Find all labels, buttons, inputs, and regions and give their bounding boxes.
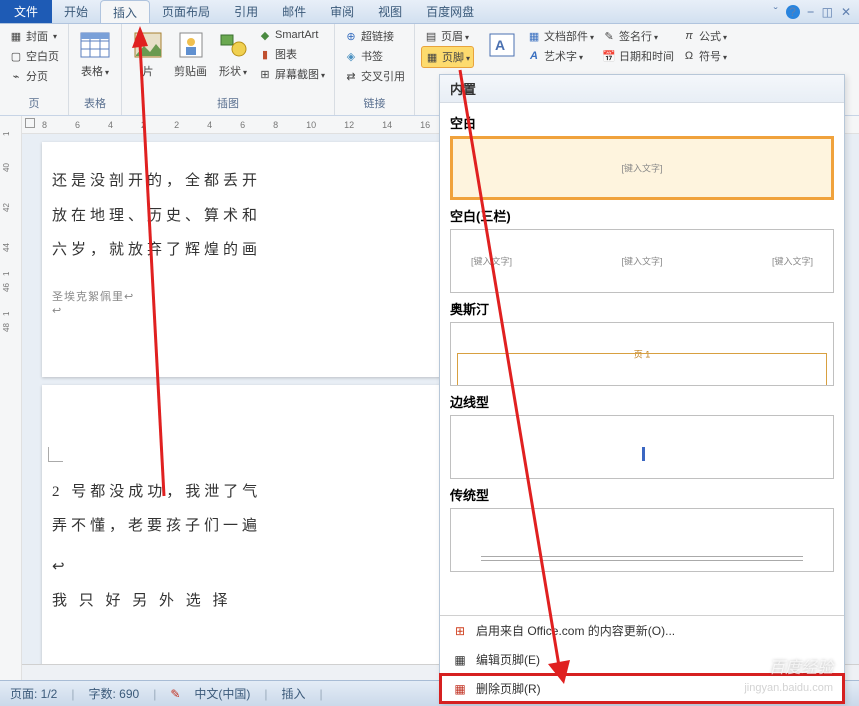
placeholder-text: [键入文字] <box>772 255 813 268</box>
office-icon: ⊞ <box>452 623 468 639</box>
group-links-label: 链接 <box>341 95 408 113</box>
tab-view[interactable]: 视图 <box>366 0 414 23</box>
gallery-option-austin[interactable]: 页 1 <box>450 322 834 386</box>
symbol-button[interactable]: Ω符号 <box>679 46 730 66</box>
tab-insert[interactable]: 插入 <box>100 0 150 23</box>
footer-button[interactable]: ▦页脚 <box>421 46 474 68</box>
help-icon[interactable]: ? <box>786 5 800 19</box>
cross-ref-icon: ⇄ <box>344 69 358 83</box>
placeholder-text: [键入文字] <box>621 162 662 175</box>
parts-button[interactable]: ▦文档部件 <box>524 26 597 46</box>
smartart-icon: ◆ <box>258 28 272 42</box>
blank-page-button[interactable]: ▢空白页 <box>6 46 62 66</box>
placeholder-text: [键入文字] <box>471 255 512 268</box>
break-icon: ⌁ <box>9 69 23 83</box>
cover-icon: ▦ <box>9 29 23 43</box>
status-language[interactable]: 中文(中国) <box>194 685 250 702</box>
footer-gallery: 内置 空白 [键入文字] 空白(三栏) [键入文字] [键入文字] [键入文字]… <box>439 74 845 704</box>
group-tables-label: 表格 <box>75 95 115 113</box>
picture-icon <box>132 29 164 61</box>
status-spellcheck-icon[interactable]: ✎ <box>170 687 180 701</box>
file-tab[interactable]: 文件 <box>0 0 52 23</box>
page-break-button[interactable]: ⌁分页 <box>6 66 62 86</box>
datetime-button[interactable]: 📅日期和时间 <box>599 46 677 66</box>
header-icon: ▤ <box>424 29 438 43</box>
gallery-option-edge[interactable] <box>450 415 834 479</box>
tab-baidu[interactable]: 百度网盘 <box>414 0 486 23</box>
svg-text:A: A <box>495 37 505 53</box>
screenshot-icon: ⊞ <box>258 67 272 81</box>
tab-mail[interactable]: 邮件 <box>270 0 318 23</box>
hyperlink-button[interactable]: ⊕超链接 <box>341 26 408 46</box>
datetime-icon: 📅 <box>602 49 616 63</box>
status-page[interactable]: 页面: 1/2 <box>10 685 57 702</box>
gallery-option-edge-title: 边线型 <box>450 392 834 411</box>
header-button[interactable]: ▤页眉 <box>421 26 474 46</box>
tab-layout[interactable]: 页面布局 <box>150 0 222 23</box>
bookmark-icon: ◈ <box>344 49 358 63</box>
clipart-button[interactable]: 剪贴画 <box>170 26 211 82</box>
hyperlink-icon: ⊕ <box>344 29 358 43</box>
table-icon <box>79 29 111 61</box>
wordart-button[interactable]: A艺术字 <box>524 46 597 66</box>
gallery-option-blank3[interactable]: [键入文字] [键入文字] [键入文字] <box>450 229 834 293</box>
textbox-icon: A <box>486 29 518 61</box>
ribbon-minimize-icon[interactable]: ˇ <box>774 5 778 19</box>
status-words[interactable]: 字数: 690 <box>88 685 139 702</box>
remove-icon: ▦ <box>452 681 468 697</box>
blank-page-icon: ▢ <box>9 49 23 63</box>
window-restore-icon[interactable]: ◫ <box>822 5 833 19</box>
gallery-option-traditional-title: 传统型 <box>450 485 834 504</box>
gallery-option-traditional[interactable] <box>450 508 834 572</box>
group-illustrations-label: 插图 <box>128 95 328 113</box>
tab-home[interactable]: 开始 <box>52 0 100 23</box>
equation-icon: π <box>682 29 696 43</box>
signature-button[interactable]: ✎签名行 <box>599 26 677 46</box>
bookmark-button[interactable]: ◈书签 <box>341 46 408 66</box>
chart-icon: ▮ <box>258 47 272 61</box>
cross-ref-button[interactable]: ⇄交叉引用 <box>341 66 408 86</box>
vertical-ruler: 1 40 42 44 1 46 1 48 <box>0 116 22 680</box>
placeholder-text: [键入文字] <box>621 255 662 268</box>
cover-page-button[interactable]: ▦封面▾ <box>6 26 62 46</box>
status-mode[interactable]: 插入 <box>282 685 306 702</box>
tab-selector-icon[interactable] <box>25 118 35 128</box>
shapes-icon <box>217 29 249 61</box>
gallery-option-blank-title: 空白 <box>450 113 834 132</box>
window-minimize-icon[interactable]: ⎯ <box>808 4 814 19</box>
office-more-button[interactable]: ⊞ 启用来自 Office.com 的内容更新(O)... <box>440 616 844 645</box>
edit-footer-button[interactable]: ▦ 编辑页脚(E) <box>440 645 844 674</box>
textbox-button[interactable]: A <box>482 26 522 64</box>
group-pages-label: 页 <box>6 95 62 113</box>
clipart-icon <box>175 29 207 61</box>
picture-button[interactable]: 片 <box>128 26 168 82</box>
signature-icon: ✎ <box>602 29 616 43</box>
remove-footer-button[interactable]: ▦ 删除页脚(R) <box>440 674 844 703</box>
shapes-button[interactable]: 形状 <box>213 26 253 82</box>
chart-button[interactable]: ▮图表 <box>255 44 328 64</box>
gallery-option-blank3-title: 空白(三栏) <box>450 206 834 225</box>
tab-references[interactable]: 引用 <box>222 0 270 23</box>
screenshot-button[interactable]: ⊞屏幕截图 <box>255 64 328 84</box>
table-button[interactable]: 表格 <box>75 26 115 82</box>
edit-icon: ▦ <box>452 652 468 668</box>
symbol-icon: Ω <box>682 49 696 63</box>
parts-icon: ▦ <box>527 29 541 43</box>
gallery-header: 内置 <box>440 75 844 103</box>
gallery-option-blank[interactable]: [键入文字] <box>450 136 834 200</box>
window-close-icon[interactable]: ✕ <box>841 5 851 19</box>
footer-icon: ▦ <box>425 50 439 64</box>
equation-button[interactable]: π公式 <box>679 26 730 46</box>
smartart-button[interactable]: ◆SmartArt <box>255 26 328 44</box>
wordart-icon: A <box>527 49 541 63</box>
tab-review[interactable]: 审阅 <box>318 0 366 23</box>
gallery-option-austin-title: 奥斯汀 <box>450 299 834 318</box>
page-number-placeholder: 页 1 <box>634 348 651 361</box>
